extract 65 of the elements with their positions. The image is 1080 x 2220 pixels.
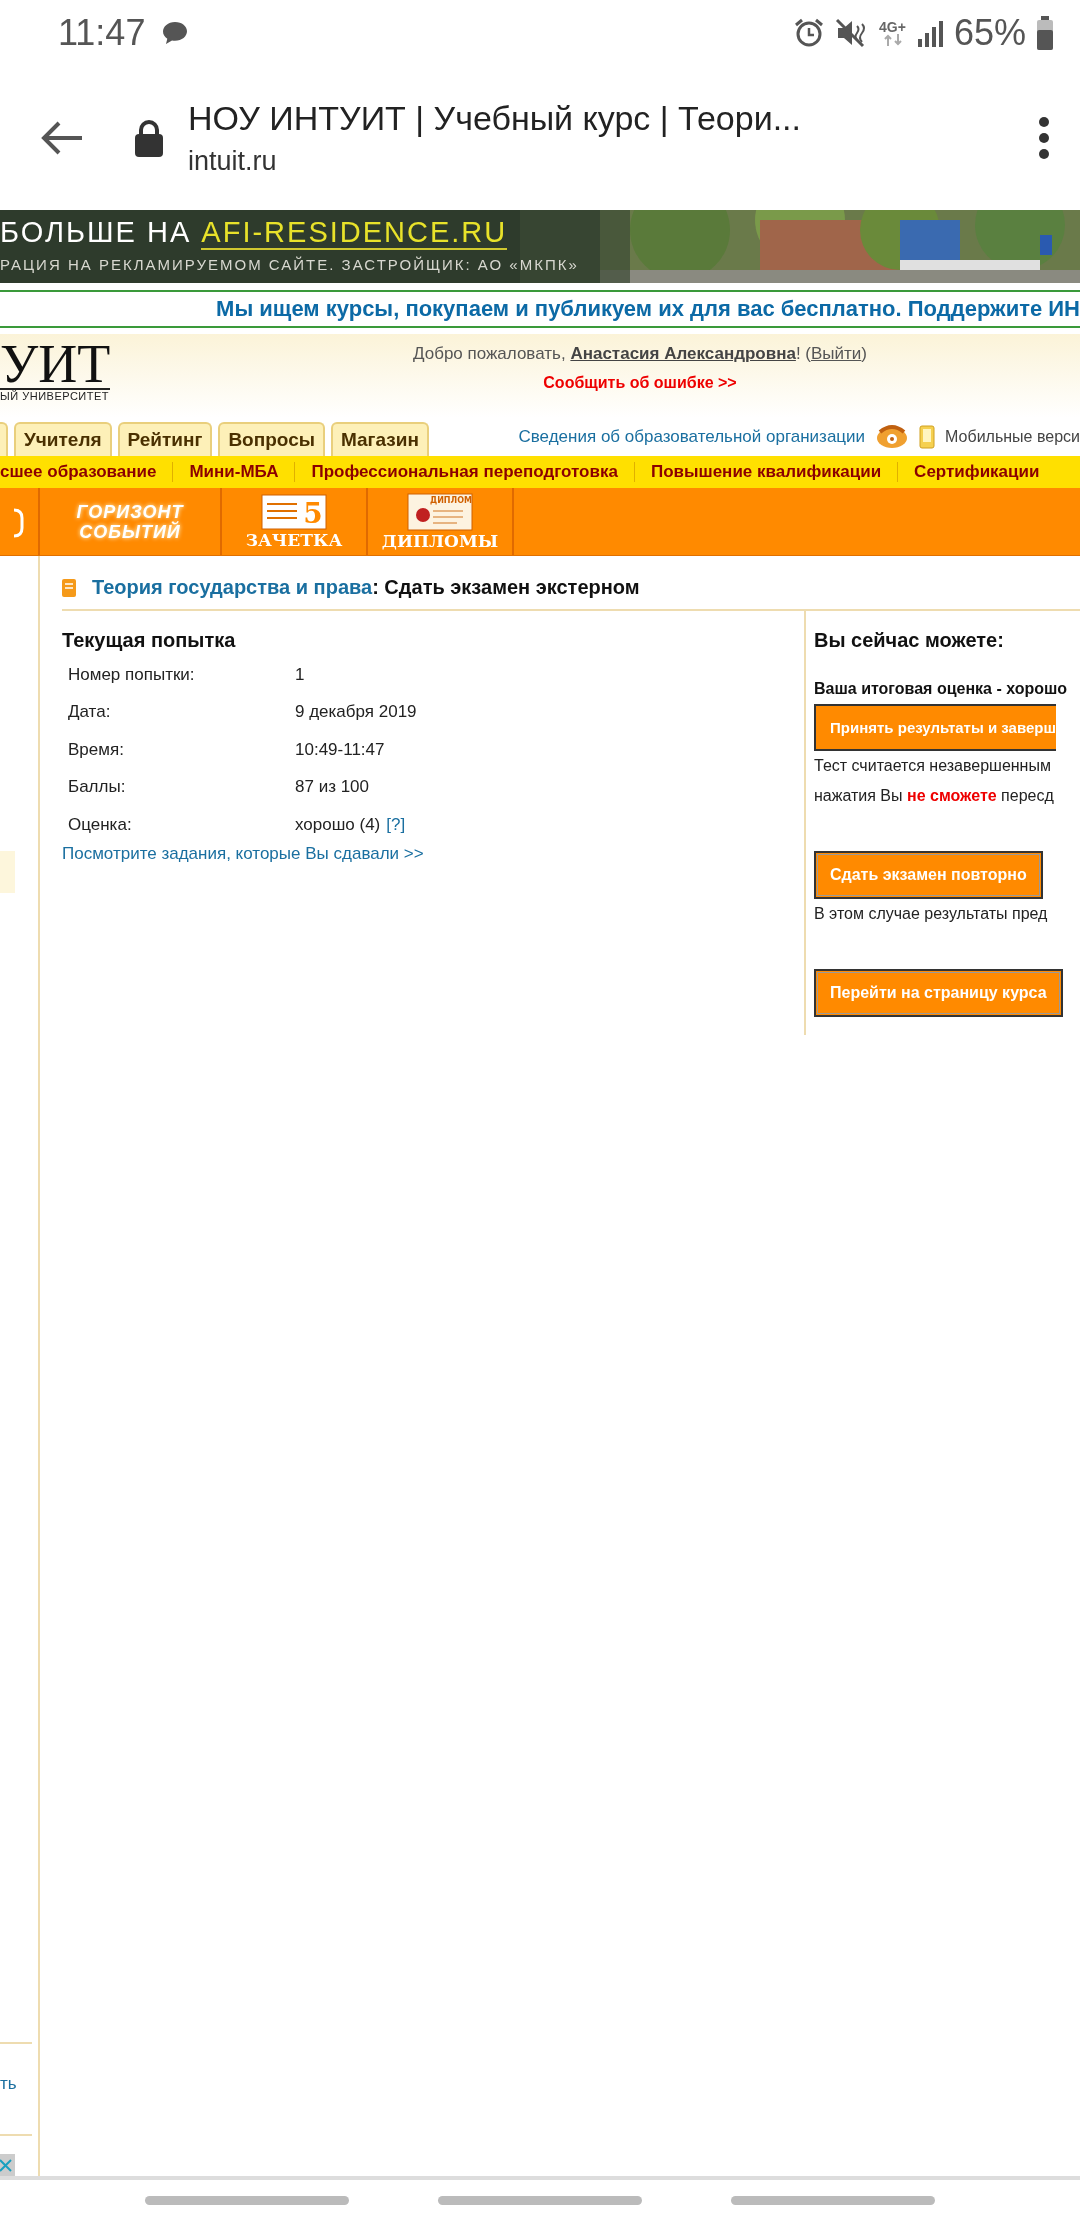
sidebar-link[interactable]: ть: [0, 2074, 38, 2094]
field-value: хорошо (4): [295, 814, 381, 835]
nav-tab[interactable]: Рейтинг: [117, 422, 213, 456]
field-value: 87 из 100: [295, 777, 369, 798]
menu-icon[interactable]: [1038, 115, 1050, 160]
final-grade: Ваша итоговая оценка - хорошо: [814, 680, 1069, 698]
data-arrows-icon: [882, 33, 903, 46]
logout-link[interactable]: Выйти: [811, 344, 862, 363]
note-text: Тест считается незавершенным: [814, 756, 1052, 776]
field-value: 1: [295, 664, 305, 685]
tab[interactable]: [0, 422, 8, 456]
field-label: Номер попытки:: [68, 664, 196, 685]
note-text: нажатия Вы не сможете пересд: [814, 786, 1055, 806]
nav-tab[interactable]: Вопросы: [218, 422, 325, 456]
field-label: Баллы:: [68, 777, 127, 798]
section-heading: Вы сейчас можете:: [814, 629, 1005, 652]
report-error-link[interactable]: Сообщить об ошибке >>: [543, 374, 737, 392]
page-title: НОУ ИНТУИТ | Учебный курс | Теори...: [188, 98, 802, 138]
note-text: В этом случае результаты пред: [814, 904, 1049, 924]
field-label: Время:: [68, 739, 125, 760]
org-info-link[interactable]: Сведения об образовательной организации: [518, 427, 866, 447]
nav-tab[interactable]: Учителя: [14, 422, 112, 456]
nav-handle[interactable]: [731, 2196, 936, 2205]
help-link[interactable]: [?]: [386, 814, 406, 835]
sidebar-panel: [0, 851, 15, 893]
signal-icon: [915, 18, 944, 47]
course-link[interactable]: Теория государства и права: [92, 576, 373, 598]
nav-handle[interactable]: [144, 2196, 349, 2205]
clock: 11:47: [58, 11, 146, 54]
diploma-icon: ДИПЛОМ: [407, 492, 473, 531]
page-url[interactable]: intuit.ru: [188, 145, 1038, 177]
nav-tab[interactable]: Магазин: [330, 422, 429, 456]
menu-link[interactable]: Мини-МБА: [173, 462, 296, 482]
tasks-link[interactable]: Посмотрите задания, которые Вы сдавали >>: [62, 843, 804, 864]
welcome-text: Добро пожаловать, Анастасия Александровна! (Выйти): [413, 344, 867, 364]
ad-disclaimer: РАЦИЯ НА РЕКЛАМИРУЕМОМ САЙТЕ. ЗАСТРОЙЩИК: АО «МКПК»: [0, 256, 580, 273]
menu-link[interactable]: сшее образование: [0, 462, 174, 482]
notebook-icon: 5: [261, 493, 327, 530]
menu-link[interactable]: Профессиональная переподготовка: [295, 462, 635, 482]
nav-handle[interactable]: [438, 2196, 642, 2205]
lock-icon: [134, 118, 164, 157]
battery-level: 65%: [953, 11, 1026, 54]
logo[interactable]: УИТ: [0, 340, 111, 390]
page-heading: Теория государства и права: Сдать экзамен экстерном: [92, 576, 640, 599]
user-name-link[interactable]: Анастасия Александровна: [570, 344, 796, 363]
logo-caption: ЫЙ УНИВЕРСИТЕТ: [0, 390, 111, 402]
field-label: Оценка:: [68, 814, 133, 835]
ad-headline[interactable]: БОЛЬШЕ НА AFI-RESIDENCE.RU: [0, 212, 1080, 252]
diplomas-link[interactable]: ДИПЛОМ ДИПЛОМЫ: [368, 488, 514, 555]
field-value: 10:49-11:47: [295, 739, 385, 760]
alarm-icon: [793, 16, 826, 49]
message-icon: [161, 19, 190, 46]
book-icon: [62, 578, 76, 597]
mobile-version-link[interactable]: Мобильные верси: [945, 428, 1080, 446]
battery-icon: [1036, 15, 1054, 50]
section-heading: Текущая попытка: [62, 629, 237, 652]
field-label: Дата:: [68, 702, 112, 723]
network-type: 4G+: [879, 19, 906, 34]
menu-link[interactable]: Повышение квалификации: [634, 462, 899, 482]
menu-link[interactable]: Сертификации: [898, 462, 1056, 482]
field-value: 9 декабря 2019: [295, 702, 417, 723]
close-icon[interactable]: [0, 2154, 15, 2176]
support-notice[interactable]: Мы ищем курсы, покупаем и публикуем их для вас бесплатно. Поддержите ИН: [216, 296, 1080, 322]
back-icon[interactable]: [40, 119, 84, 156]
mobile-icon[interactable]: [919, 425, 936, 449]
